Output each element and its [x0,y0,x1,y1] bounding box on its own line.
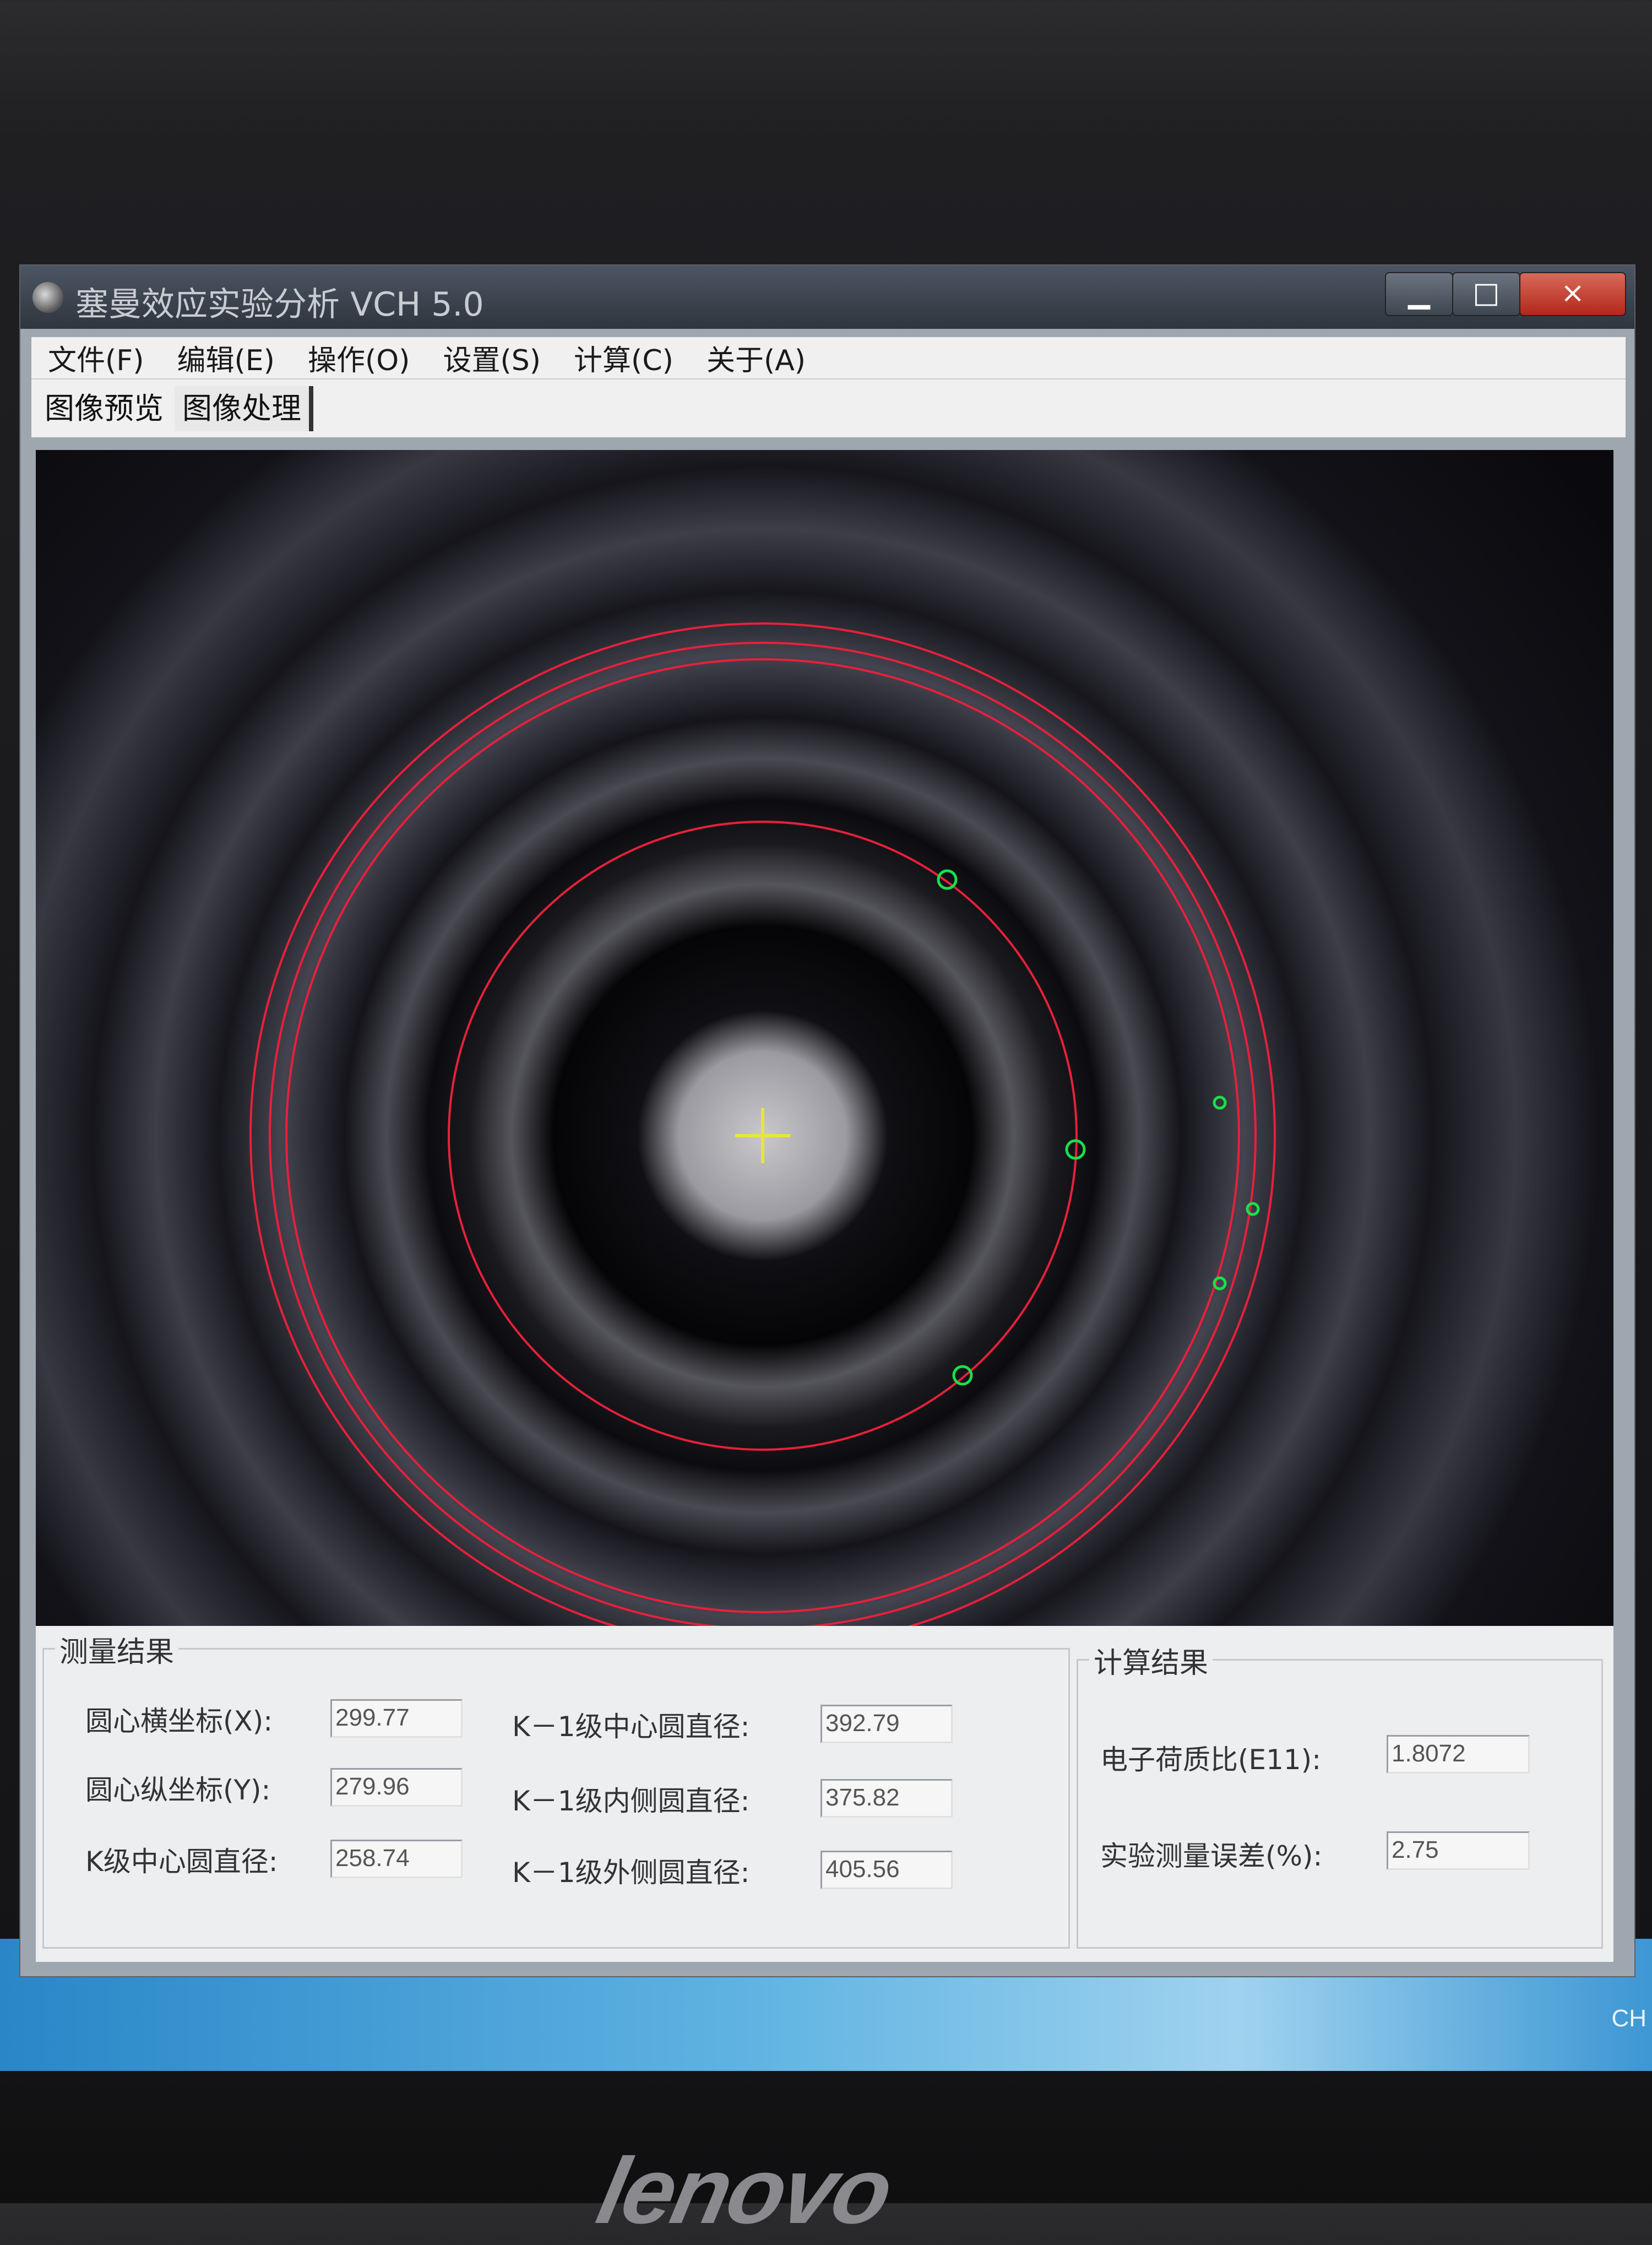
app-icon [32,282,63,313]
center-x-field[interactable]: 299.77 [330,1699,463,1738]
maximize-button[interactable]: □ [1452,272,1520,316]
center-x-label: 圆心横坐标(X): [85,1705,273,1737]
k1-outer-diameter-field[interactable]: 405.56 [820,1851,953,1889]
k1-outer-diameter-label: K－1级外侧圆直径: [512,1857,750,1889]
window-title: 塞曼效应实验分析 VCH 5.0 [75,285,484,324]
menu-settings[interactable]: 设置(S) [443,337,541,378]
results-panel: 测量结果 圆心横坐标(X): 299.77 圆心纵坐标(Y): 279.96 K… [36,1626,1613,1962]
calculation-results-group: 计算结果 电子荷质比(E11): 1.8072 实验测量误差(%): 2.75 [1077,1640,1603,1949]
charge-mass-ratio-label: 电子荷质比(E11): [1100,1744,1322,1776]
center-y-field[interactable]: 279.96 [330,1768,463,1807]
tab-image-preview[interactable]: 图像预览 [37,386,171,431]
measurement-error-field[interactable]: 2.75 [1387,1831,1530,1870]
menu-calculate[interactable]: 计算(C) [574,337,673,378]
monitor-logo: lenovo [589,2139,900,2243]
k-center-diameter-field[interactable]: 258.74 [330,1840,463,1878]
language-indicator[interactable]: CH [1611,2005,1646,2032]
tab-bar: 图像预览 图像处理 [31,378,1626,437]
app-window: 塞曼效应实验分析 VCH 5.0 ▁ □ × 文件(F) 编辑(E) 操作(O)… [19,264,1635,1977]
k1-inner-diameter-label: K－1级内侧圆直径: [512,1785,750,1817]
menu-file[interactable]: 文件(F) [48,337,144,378]
minimize-button[interactable]: ▁ [1385,272,1453,316]
interference-image [36,450,1613,1626]
k-center-diameter-label: K级中心圆直径: [85,1846,278,1878]
image-canvas[interactable] [36,450,1613,1626]
menu-edit[interactable]: 编辑(E) [177,337,275,378]
menu-bar: 文件(F) 编辑(E) 操作(O) 设置(S) 计算(C) 关于(A) [31,337,1626,378]
measurement-results-title: 测量结果 [55,1629,179,1670]
tab-image-processing[interactable]: 图像处理 [175,386,313,431]
close-button[interactable]: × [1519,272,1626,316]
k1-center-diameter-label: K－1级中心圆直径: [512,1711,750,1743]
k1-center-diameter-field[interactable]: 392.79 [820,1705,953,1743]
title-bar[interactable]: 塞曼效应实验分析 VCH 5.0 ▁ □ × [20,265,1634,329]
measurement-error-label: 实验测量误差(%): [1100,1840,1323,1872]
calculation-results-title: 计算结果 [1089,1640,1213,1681]
charge-mass-ratio-field[interactable]: 1.8072 [1387,1735,1530,1774]
measurement-results-group: 测量结果 圆心横坐标(X): 299.77 圆心纵坐标(Y): 279.96 K… [42,1629,1070,1949]
menu-operate[interactable]: 操作(O) [308,337,410,378]
menu-about[interactable]: 关于(A) [707,337,806,378]
k1-inner-diameter-field[interactable]: 375.82 [820,1779,953,1818]
center-y-label: 圆心纵坐标(Y): [85,1774,271,1806]
